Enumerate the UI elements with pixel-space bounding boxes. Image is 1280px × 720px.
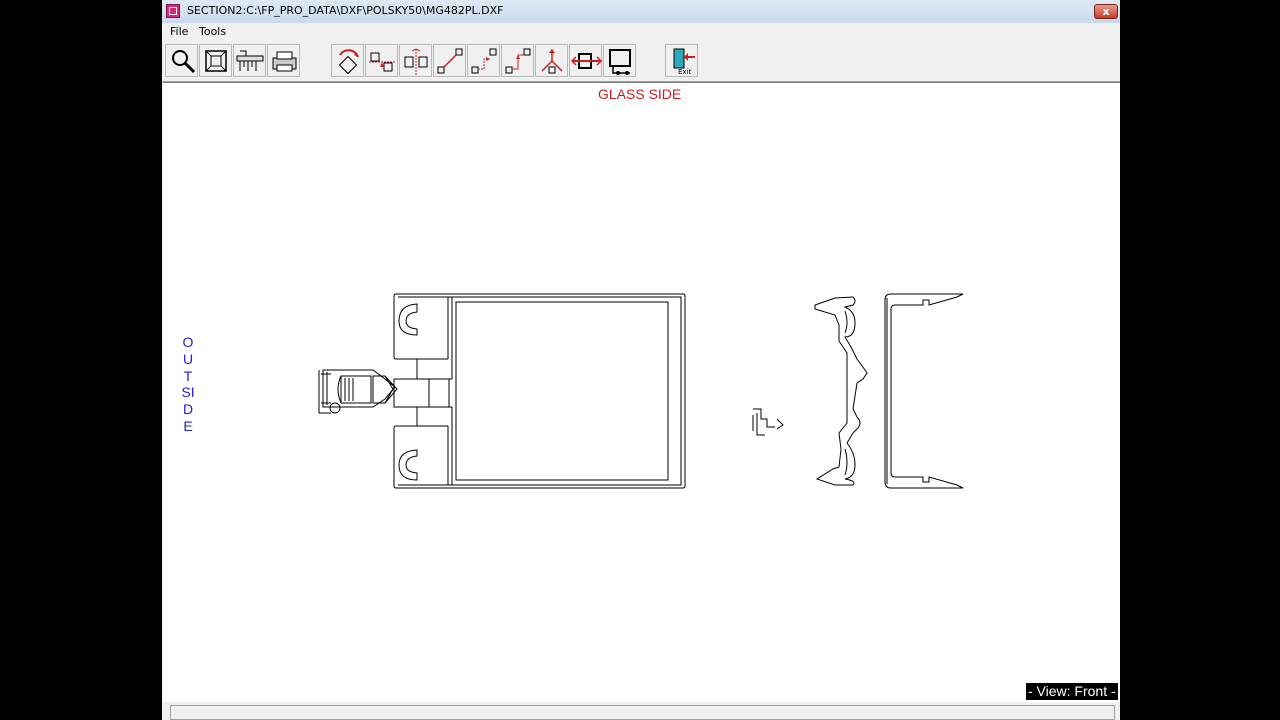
menu-bar: File Tools: [162, 23, 1120, 40]
center-button[interactable]: [399, 44, 432, 77]
zoom-icon: [172, 50, 196, 74]
align-button[interactable]: [365, 44, 398, 77]
view-label: - View: Front -: [1026, 683, 1118, 700]
small-clip-profile: [752, 408, 784, 436]
properties-icon: [570, 53, 603, 69]
align-icon: [369, 52, 396, 72]
offset-icon: [505, 48, 531, 74]
exit-button[interactable]: Exit: [665, 44, 698, 77]
scale-icon: [609, 49, 631, 75]
measure-button[interactable]: [233, 44, 266, 77]
app-icon: [166, 4, 180, 18]
window-title: SECTION2:C:\FP_PRO_DATA\DXF\POLSKY50\MG4…: [187, 4, 504, 17]
measure-icon: [236, 50, 264, 71]
step-icon: [471, 48, 497, 74]
status-bar: [162, 702, 1120, 720]
properties-button[interactable]: [569, 44, 603, 77]
zoom-button[interactable]: [165, 44, 198, 77]
glazing-bead-profile: [814, 296, 868, 486]
menu-tools[interactable]: Tools: [199, 25, 226, 38]
zoom-extents-button[interactable]: [199, 44, 232, 77]
axis-icon: [541, 49, 563, 74]
drawing-canvas[interactable]: GLASS SIDE OUTSIDE - View: Front -: [163, 82, 1120, 703]
axis-button[interactable]: [535, 44, 568, 77]
offset-button[interactable]: [501, 44, 534, 77]
print-icon: [272, 51, 297, 72]
status-field: [170, 705, 1115, 720]
cover-cap-profile: [884, 293, 964, 489]
step-button[interactable]: [467, 44, 500, 77]
exit-label: Exit: [678, 68, 692, 76]
section-drawing: [318, 293, 964, 489]
menu-file[interactable]: File: [170, 25, 188, 38]
toolbar: Exit: [162, 40, 1120, 82]
center-icon: [404, 48, 428, 75]
dimension-button[interactable]: [433, 44, 466, 77]
rotate-button[interactable]: [331, 44, 364, 77]
dimension-icon: [437, 48, 463, 74]
zoom-extents-icon: [205, 50, 227, 72]
application-window: SECTION2:C:\FP_PRO_DATA\DXF\POLSKY50\MG4…: [162, 0, 1120, 720]
scale-button[interactable]: [603, 44, 636, 77]
close-button[interactable]: x: [1094, 4, 1118, 19]
title-bar: SECTION2:C:\FP_PRO_DATA\DXF\POLSKY50\MG4…: [162, 0, 1120, 24]
print-button[interactable]: [267, 44, 300, 77]
rotate-icon: [338, 49, 359, 75]
frame-profile: [318, 293, 686, 489]
